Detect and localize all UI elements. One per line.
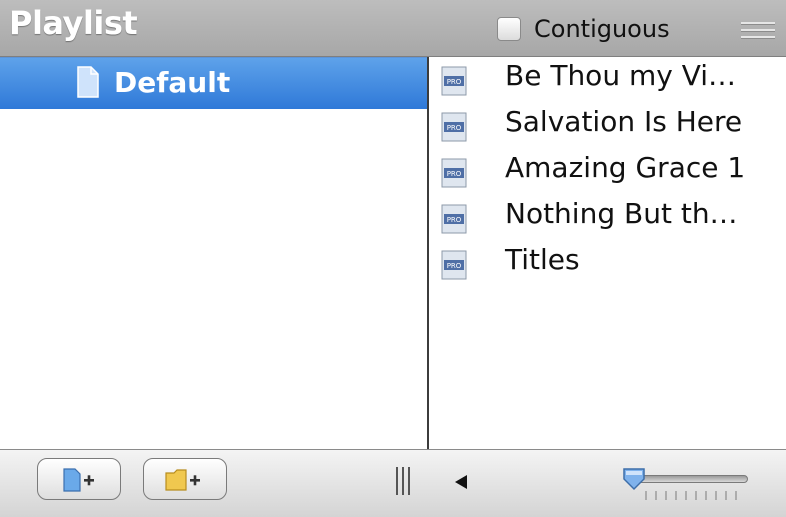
item-label: Amazing Grace 1 bbox=[505, 151, 746, 184]
item-label: Nothing But th… bbox=[505, 197, 738, 230]
svg-text:PRO: PRO bbox=[447, 262, 462, 270]
svg-text:PRO: PRO bbox=[447, 216, 462, 224]
item-label: Salvation Is Here bbox=[505, 105, 743, 138]
slider-knob[interactable] bbox=[622, 467, 646, 491]
playlist-header: Playlist Contiguous bbox=[0, 0, 786, 57]
document-icon bbox=[77, 66, 99, 98]
add-playlist-button[interactable] bbox=[37, 458, 121, 500]
slider-ticks bbox=[645, 491, 737, 500]
bottom-toolbar bbox=[0, 449, 786, 517]
playlist-items: PRO Be Thou my Vi… PRO Salvation Is Here… bbox=[429, 57, 786, 449]
panel-title: Playlist bbox=[9, 4, 138, 42]
pro-document-icon: PRO bbox=[441, 66, 467, 96]
pro-document-icon: PRO bbox=[441, 250, 467, 280]
svg-text:PRO: PRO bbox=[447, 78, 462, 86]
item-label: Be Thou my Vi… bbox=[505, 59, 737, 92]
contiguous-checkbox[interactable] bbox=[497, 17, 521, 41]
playlist-list: Default bbox=[0, 57, 427, 449]
playlist-label: Default bbox=[114, 66, 231, 99]
list-item[interactable]: PRO Nothing But th… bbox=[429, 195, 786, 241]
playlist-row-default[interactable]: Default bbox=[0, 57, 427, 109]
list-item[interactable]: PRO Be Thou my Vi… bbox=[429, 57, 786, 103]
list-item[interactable]: PRO Titles bbox=[429, 241, 786, 287]
item-label: Titles bbox=[505, 243, 580, 276]
document-plus-icon bbox=[63, 468, 94, 492]
pro-document-icon: PRO bbox=[441, 204, 467, 234]
svg-text:PRO: PRO bbox=[447, 124, 462, 132]
contiguous-toggle[interactable]: Contiguous bbox=[497, 14, 670, 44]
triangle-left-icon[interactable] bbox=[455, 475, 467, 489]
svg-text:PRO: PRO bbox=[447, 170, 462, 178]
add-folder-button[interactable] bbox=[143, 458, 227, 500]
list-item[interactable]: PRO Amazing Grace 1 bbox=[429, 149, 786, 195]
list-item[interactable]: PRO Salvation Is Here bbox=[429, 103, 786, 149]
contiguous-label: Contiguous bbox=[534, 15, 670, 43]
pro-document-icon: PRO bbox=[441, 112, 467, 142]
pro-document-icon: PRO bbox=[441, 158, 467, 188]
folder-plus-icon bbox=[165, 469, 200, 491]
resize-grip-icon[interactable] bbox=[395, 467, 411, 495]
menu-icon[interactable] bbox=[741, 22, 775, 38]
